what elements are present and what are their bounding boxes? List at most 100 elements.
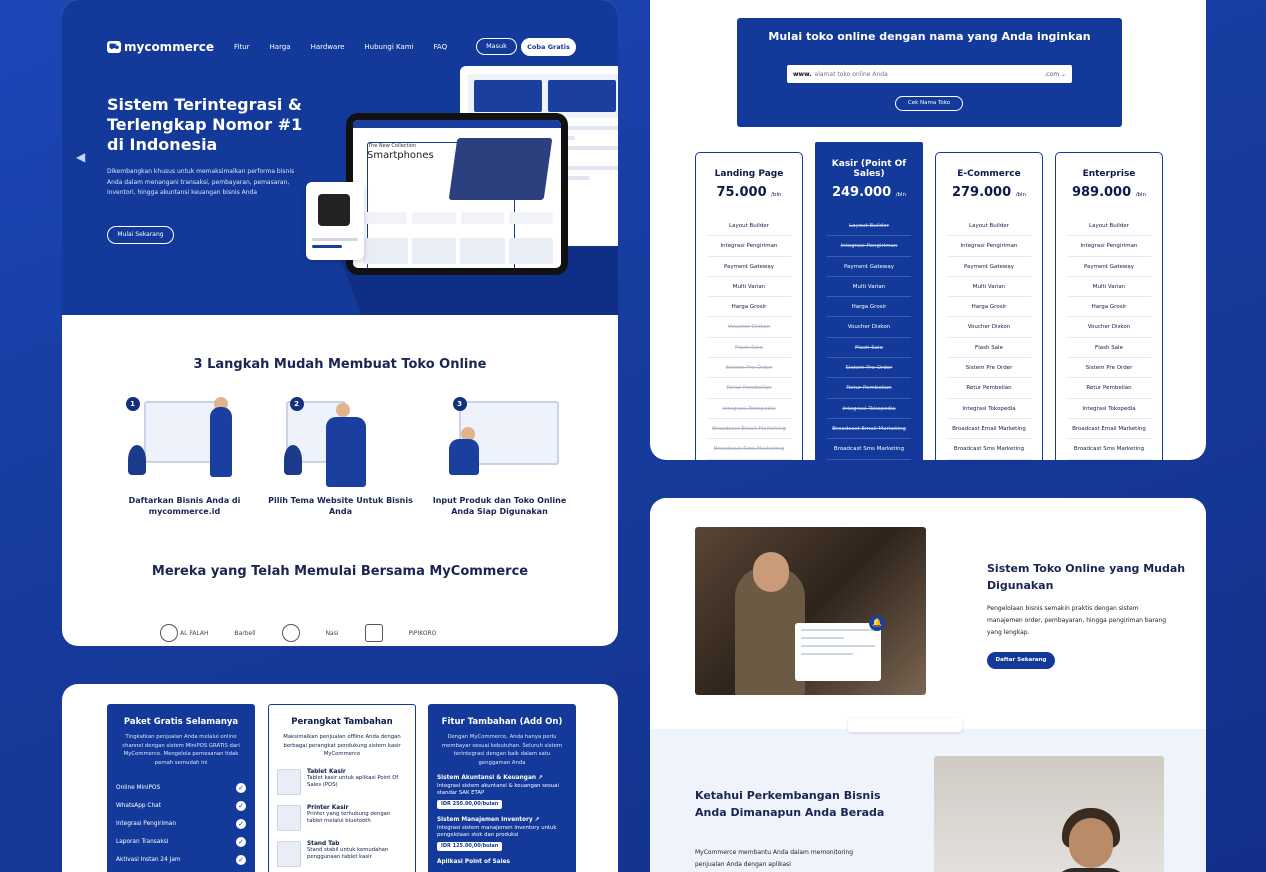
plan-price: 279.000 /bln <box>951 185 1027 200</box>
monitoring-section: Ketahui Perkembangan Bisnis Anda Dimanap… <box>650 729 1206 872</box>
order-popup <box>795 623 881 681</box>
client-logo-pipikoro: PIPIKORO <box>408 629 437 637</box>
nav-hardware[interactable]: Hardware <box>311 43 345 51</box>
carousel-prev-icon[interactable]: ◀ <box>76 150 85 164</box>
laptop-image <box>448 138 553 200</box>
plan-feature: Voucher Diskon <box>947 317 1031 338</box>
plan-name: Enterprise <box>1082 169 1136 179</box>
plan-feature: Payment Gateway <box>947 257 1031 277</box>
plan-feature: Broadcast Email Marketing <box>947 419 1031 440</box>
steps-title: 3 Langkah Mudah Membuat Toko Online <box>193 357 487 372</box>
plan-feature: Harga Grosir <box>947 297 1031 318</box>
plan-feature: Retur Pembelian <box>1067 378 1151 399</box>
tablet-mockup: The New Collection Smartphones <box>346 113 568 275</box>
barista-photo: 🔔 <box>695 527 926 695</box>
plan-feature: Broadcast Sms Marketing <box>707 439 791 460</box>
addon-item[interactable]: Sistem Akuntansi & Keuangan ↗ Integrasi s… <box>437 775 567 809</box>
addon-item[interactable]: Aplikasi Point of Sales <box>437 859 567 867</box>
start-now-button[interactable]: Mulai Sekarang <box>107 226 174 244</box>
free-trial-button[interactable]: Coba Gratis <box>521 38 576 56</box>
devices-title: Perangkat Tambahan <box>291 717 393 727</box>
check-icon: ✓ <box>236 819 246 829</box>
step-label: Pilih Tema Website Untuk Bisnis Anda <box>268 496 413 516</box>
check-store-name-button[interactable]: Cek Nama Toko <box>895 96 963 111</box>
nav-hubungi-kami[interactable]: Hubungi Kami <box>364 43 413 51</box>
login-button[interactable]: Masuk <box>476 38 517 55</box>
bell-icon: 🔔 <box>869 615 885 631</box>
plan-feature: Layout Builder <box>707 216 791 237</box>
step-number: 3 <box>452 397 467 411</box>
plan-feature: Integrasi Tokopedia <box>827 399 911 419</box>
plan-feature: Harga Grosir <box>707 297 791 318</box>
brand-logo[interactable]: ⛟ mycommerce <box>107 40 214 54</box>
plan-feature: Integrasi Tokopedia <box>1067 399 1151 419</box>
step-2: 2 Pilih Tema Website Untuk Bisnis Anda <box>268 393 413 517</box>
nav-harga[interactable]: Harga <box>270 43 291 51</box>
domain-input[interactable] <box>814 70 1045 78</box>
plan-feature: Voucher Diskon <box>707 317 791 338</box>
device-item[interactable]: Printer Kasir Printer yang terhubung deng… <box>277 804 407 831</box>
external-link-icon: ↗ <box>538 775 543 781</box>
plan-feature: Layout Builder <box>1067 216 1151 237</box>
domain-title: Mulai toko online dengan nama yang Anda … <box>768 30 1091 43</box>
free-feature-item: Laporan Transaksi ✓ <box>116 833 246 851</box>
plan-feature: Payment Gateway <box>707 257 791 277</box>
hero-description: Dikembangkan khusus untuk memaksimalkan … <box>107 168 295 196</box>
store-section-title: Sistem Toko Online yang Mudah Digunakan <box>987 562 1186 592</box>
free-feature-item: Integrasi Pengiriman ✓ <box>116 815 246 833</box>
plan-feature: Payment Gateway <box>1067 257 1151 277</box>
client-logo-fish <box>364 624 383 642</box>
check-icon: ✓ <box>236 783 246 793</box>
addon-column: Fitur Tambahan (Add On) Dengan MyCommerc… <box>428 704 576 872</box>
step-1: 1 Daftarkan Bisnis Anda di mycommerce.id <box>112 393 257 517</box>
plan-feature: Broadcast Sms Marketing <box>947 439 1031 460</box>
device-item[interactable]: Tablet Kasir Tablet kasir untuk aplikasi … <box>277 768 407 795</box>
plan-kasir-point-of-sales[interactable]: Kasir (Point Of Sales) 249.000 /bln Layout… <box>815 142 923 460</box>
tablet-icon <box>277 768 301 795</box>
plan-feature: Flash Sale <box>1067 338 1151 359</box>
plan-price: 249.000 /bln <box>831 185 907 200</box>
plan-feature: Sistem Pre Order <box>827 358 911 379</box>
plan-feature: Layout Builder <box>947 216 1031 237</box>
step-label: Input Produk dan Toko Online Anda Siap D… <box>432 496 567 516</box>
check-icon: ✓ <box>236 837 246 847</box>
store-section-desc: Pengelolaan bisnis semakin praktis denga… <box>987 605 1167 636</box>
landing-hero-card: ⛟ mycommerce Fitur Harga Hardware Hubungi… <box>62 0 618 646</box>
plan-landing-page[interactable]: Landing Page 75.000 /bln Layout Builder Int… <box>695 152 803 460</box>
plan-feature: Sistem Pre Order <box>1067 358 1151 379</box>
plan-feature: Flash Sale <box>707 338 791 359</box>
devices-column: Perangkat Tambahan Maksimalkan penjualan… <box>268 704 416 872</box>
plan-feature: Broadcast Email Marketing <box>827 419 911 440</box>
addon-item[interactable]: Sistem Manajemen Inventory ↗ Integrasi si… <box>437 817 567 851</box>
plan-enterprise[interactable]: Enterprise 989.000 /bln Layout Builder Inte… <box>1055 152 1163 460</box>
client-logo-nasi: Nasi <box>325 629 339 637</box>
client-logo-seal <box>281 624 300 642</box>
plan-feature: Broadcast Email Marketing <box>707 419 791 440</box>
free-feature-item: Online MiniPOS ✓ <box>116 779 246 797</box>
clients-title: Mereka yang Telah Memulai Bersama MyComm… <box>151 564 529 579</box>
device-item[interactable]: Stand Tab Stand stabil untuk kemudahan pe… <box>277 840 407 867</box>
register-now-button[interactable]: Daftar Sekarang <box>987 652 1055 669</box>
addon-desc: Dengan MyCommerce, Anda hanya perlu memb… <box>441 734 563 766</box>
domain-suffix-select[interactable]: .com ⌄ <box>1044 71 1066 78</box>
plan-feature: Broadcast Sms Marketing <box>1067 439 1151 460</box>
plan-feature: Multi Varian <box>827 277 911 298</box>
check-icon: ✓ <box>236 801 246 811</box>
free-package-desc: Tingkatkan penjualan Anda melalui online… <box>122 734 240 766</box>
plan-feature: Integrasi Pengiriman <box>707 236 791 257</box>
woman-photo <box>934 756 1164 872</box>
plan-name: Landing Page <box>714 169 784 179</box>
step-number: 2 <box>289 397 304 411</box>
nav-faq[interactable]: FAQ <box>434 43 448 51</box>
step-label: Daftarkan Bisnis Anda di mycommerce.id <box>128 496 241 516</box>
plan-feature: Payment Gateway <box>827 257 911 277</box>
plan-feature: Integrasi Pengiriman <box>947 236 1031 257</box>
hero-title: Sistem Terintegrasi & Terlengkap Nomor #… <box>107 95 303 154</box>
domain-search-field: www. .com ⌄ <box>787 65 1072 83</box>
nav-fitur[interactable]: Fitur <box>234 43 250 51</box>
domain-prefix: www. <box>793 70 812 78</box>
pricing-card: Mulai toko online dengan nama yang Anda … <box>650 0 1206 460</box>
plan-e-commerce[interactable]: E-Commerce 279.000 /bln Layout Builder Inte… <box>935 152 1043 460</box>
plan-feature: Retur Pembelian <box>707 378 791 399</box>
hero-section: ⛟ mycommerce Fitur Harga Hardware Hubungi… <box>62 0 618 315</box>
